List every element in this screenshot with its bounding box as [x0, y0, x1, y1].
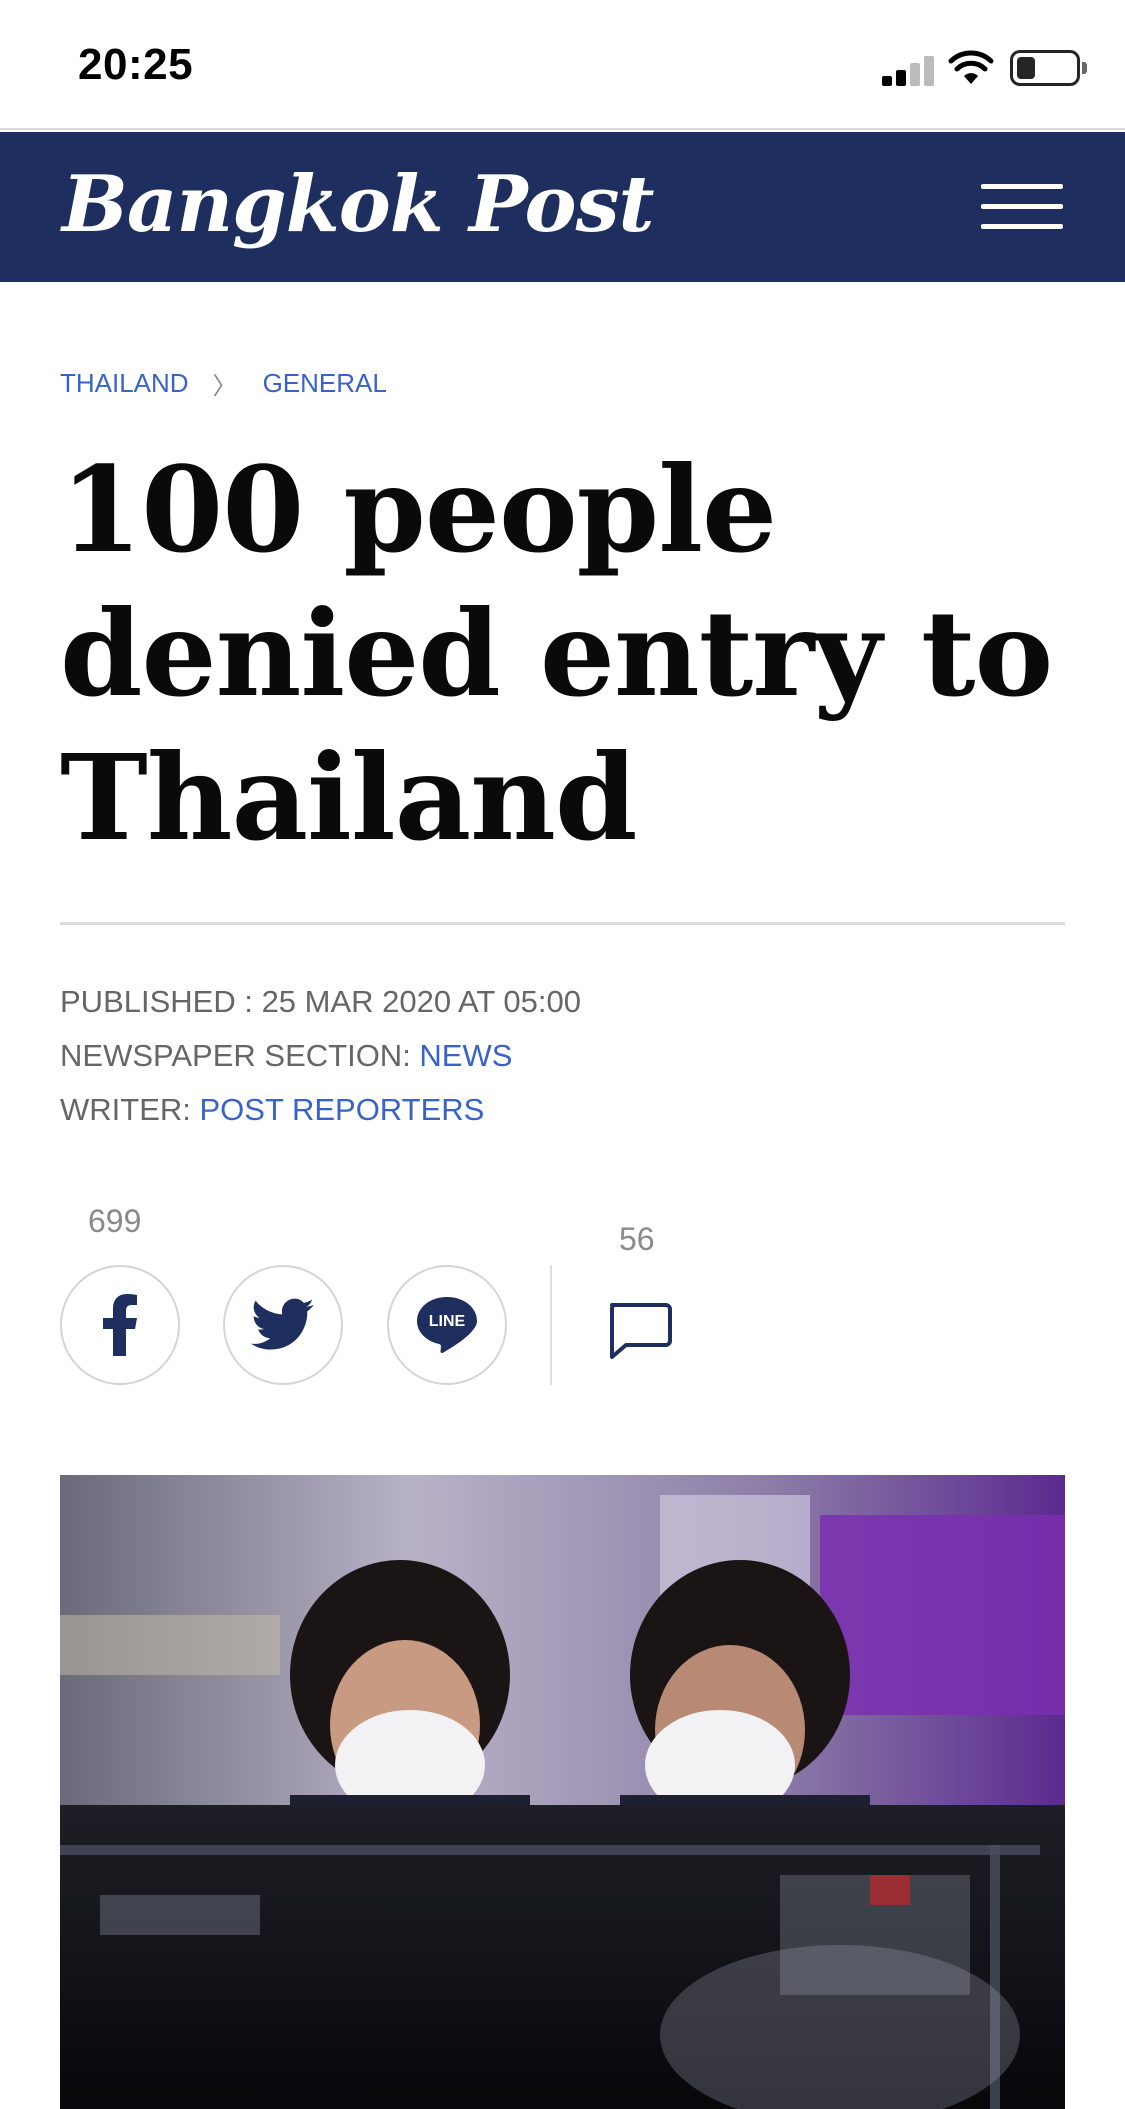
comment-icon	[610, 1303, 672, 1359]
writer-label: WRITER:	[60, 1092, 200, 1127]
cellular-signal-icon	[882, 54, 938, 86]
breadcrumb-thailand[interactable]: THAILAND	[60, 368, 189, 399]
bangkok-post-logo[interactable]: Bangkok Post	[62, 150, 655, 260]
line-share-button[interactable]: LINE	[387, 1265, 507, 1385]
twitter-share-button[interactable]	[223, 1265, 343, 1385]
article-headline: 100 people denied entry to Thailand	[60, 438, 1060, 870]
battery-icon	[1010, 50, 1080, 86]
section-label: NEWSPAPER SECTION:	[60, 1038, 420, 1073]
published-label: PUBLISHED :	[60, 984, 262, 1019]
share-divider	[550, 1265, 552, 1385]
article-meta: PUBLISHED : 25 MAR 2020 AT 05:00 NEWSPAP…	[60, 975, 581, 1137]
published-date: 25 MAR 2020 AT 05:00	[261, 984, 581, 1019]
breadcrumb: THAILAND 〉 GENERAL	[60, 366, 387, 401]
headline-line: 100 people	[60, 440, 777, 579]
line-icon: LINE	[417, 1297, 477, 1353]
status-time: 20:25	[78, 40, 194, 89]
breadcrumb-separator-icon: 〉	[212, 373, 237, 400]
section-link[interactable]: NEWS	[419, 1038, 512, 1073]
comment-button[interactable]	[600, 1295, 680, 1365]
twitter-icon	[251, 1298, 314, 1350]
photo-illustration	[60, 1475, 1065, 2109]
writer-link[interactable]: POST REPORTERS	[200, 1092, 485, 1127]
status-bar: 20:25	[0, 0, 1125, 130]
published-row: PUBLISHED : 25 MAR 2020 AT 05:00	[60, 975, 581, 1029]
site-header: Bangkok Post	[0, 132, 1125, 282]
divider	[60, 922, 1065, 925]
facebook-share-button[interactable]	[60, 1265, 180, 1385]
facebook-icon	[103, 1294, 137, 1356]
hamburger-menu-icon[interactable]	[975, 174, 1065, 240]
battery-tip	[1082, 62, 1087, 74]
wifi-icon	[948, 50, 994, 84]
breadcrumb-general[interactable]: GENERAL	[263, 368, 387, 399]
article-photo	[60, 1475, 1065, 2109]
headline-line: Thailand	[60, 728, 637, 867]
headline-line: denied entry to	[60, 584, 1053, 723]
writer-row: WRITER: POST REPORTERS	[60, 1083, 581, 1137]
comment-count: 56	[619, 1221, 655, 1257]
line-label: LINE	[429, 1313, 466, 1330]
share-count: 699	[88, 1203, 142, 1239]
section-row: NEWSPAPER SECTION: NEWS	[60, 1029, 581, 1083]
